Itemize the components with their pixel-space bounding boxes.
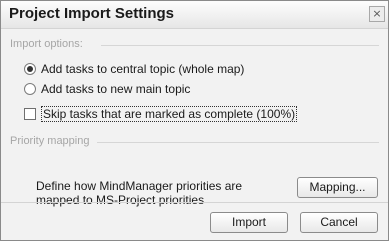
dialog-title: Project Import Settings (9, 5, 175, 22)
import-button[interactable]: Import (210, 212, 288, 233)
priority-mapping-separator (97, 142, 379, 143)
mapping-button[interactable]: Mapping... (297, 177, 378, 198)
radio-central-topic-label: Add tasks to central topic (whole map) (41, 62, 245, 76)
close-icon[interactable]: × (369, 6, 385, 22)
radio-new-main-topic[interactable]: Add tasks to new main topic (24, 82, 190, 96)
skip-complete-tasks-checkbox[interactable]: Skip tasks that are marked as complete (… (24, 106, 298, 122)
cancel-button[interactable]: Cancel (300, 212, 378, 233)
import-options-separator (101, 45, 379, 46)
priority-mapping-description-line2: mapped to MS-Project priorities (36, 193, 205, 207)
title-bar: Project Import Settings × (1, 1, 388, 29)
footer-divider (1, 202, 388, 203)
skip-complete-tasks-box[interactable] (24, 108, 36, 120)
priority-mapping-label: Priority mapping (10, 135, 90, 147)
radio-central-topic[interactable]: Add tasks to central topic (whole map) (24, 62, 244, 76)
radio-central-topic-indicator[interactable] (24, 63, 36, 75)
radio-new-main-topic-label: Add tasks to new main topic (41, 82, 191, 96)
priority-mapping-description-line1: Define how MindManager priorities are (36, 179, 243, 193)
radio-new-main-topic-indicator[interactable] (24, 83, 36, 95)
skip-complete-tasks-label: Skip tasks that are marked as complete (… (41, 106, 298, 122)
project-import-settings-dialog: Project Import Settings × Import options… (0, 0, 389, 241)
import-options-label: Import options: (10, 38, 83, 50)
radio-selected-dot (27, 66, 33, 72)
